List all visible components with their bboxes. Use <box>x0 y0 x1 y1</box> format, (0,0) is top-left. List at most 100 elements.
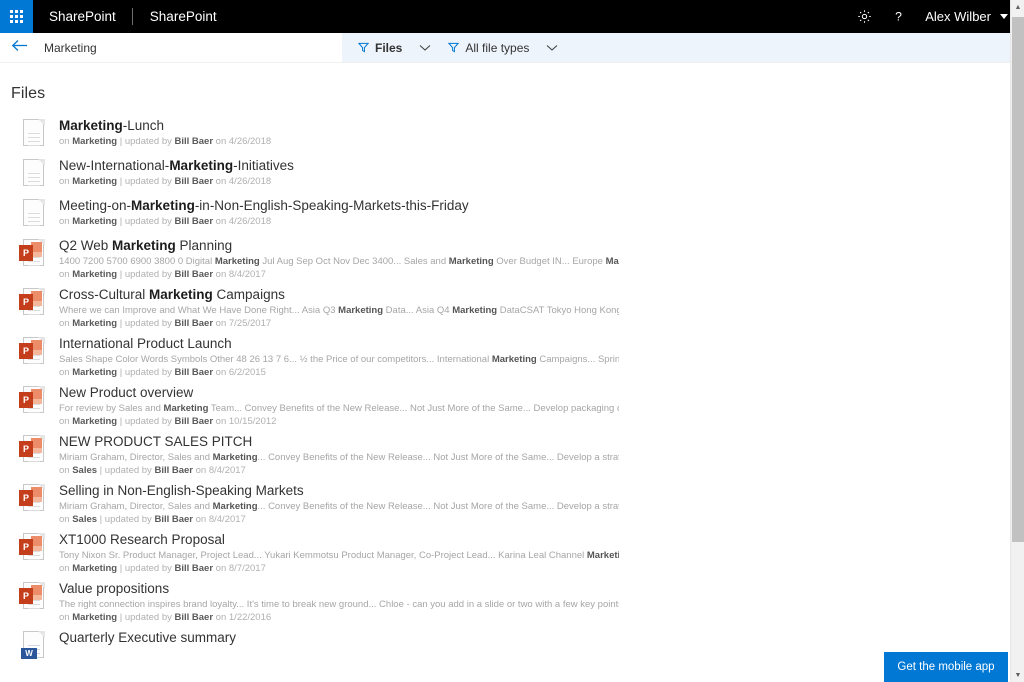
result-body: Value propositions The right connection i… <box>59 578 1024 624</box>
result-row[interactable]: PQ2 Web Marketing Planning1400 7200 5700… <box>0 235 1024 284</box>
result-title[interactable]: Quarterly Executive summary <box>59 629 799 646</box>
user-menu[interactable]: Alex Wilber <box>915 0 1014 33</box>
result-row[interactable]: P Value propositions The right connection … <box>0 578 1024 627</box>
result-body: Q2 Web Marketing Planning1400 7200 5700 … <box>59 235 1024 281</box>
result-metadata: on Marketing | updated by Bill Baer on 4… <box>59 216 1024 228</box>
filter-files-chevron[interactable] <box>402 39 448 57</box>
result-title[interactable]: Q2 Web Marketing Planning <box>59 237 799 254</box>
result-body: International Product Launch Sales Shape … <box>59 333 1024 379</box>
result-metadata: on Marketing | updated by Bill Baer on 1… <box>59 612 1024 624</box>
word-icon: W <box>19 631 45 661</box>
result-row[interactable]: W Quarterly Executive summary <box>0 627 1024 667</box>
question-mark-icon: ? <box>891 9 906 24</box>
result-file-icon <box>19 195 59 229</box>
result-snippet: Where we can Improve and What We Have Do… <box>59 305 619 317</box>
result-body: New Product overviewFor review by Sales … <box>59 382 1024 428</box>
result-row[interactable]: PXT1000 Research Proposal Tony Nixon Sr. … <box>0 529 1024 578</box>
result-file-icon: P <box>19 529 59 563</box>
suite-spacer <box>233 0 848 33</box>
result-title[interactable]: Selling in Non-English-Speaking Markets <box>59 482 799 499</box>
scrollbar-thumb[interactable] <box>1012 17 1024 542</box>
result-metadata: on Marketing | updated by Bill Baer on 8… <box>59 269 1024 281</box>
command-bar-left: Marketing <box>0 33 342 62</box>
result-title[interactable]: Meeting-on-Marketing-in-Non-English-Spea… <box>59 197 799 214</box>
funnel-icon <box>358 42 369 53</box>
vertical-scrollbar[interactable]: ▲ ▼ <box>1010 0 1024 682</box>
result-metadata: on Marketing | updated by Bill Baer on 4… <box>59 136 1024 148</box>
powerpoint-icon: P <box>19 288 45 318</box>
result-file-icon: P <box>19 431 59 465</box>
result-file-icon <box>19 115 59 149</box>
result-snippet: Miriam Graham, Director, Sales and Marke… <box>59 501 619 513</box>
back-button[interactable] <box>11 39 33 57</box>
result-snippet: Miriam Graham, Director, Sales and Marke… <box>59 452 619 464</box>
result-file-icon <box>19 155 59 189</box>
result-title[interactable]: Cross-Cultural Marketing Campaigns <box>59 286 799 303</box>
result-file-icon: P <box>19 333 59 367</box>
result-row[interactable]: New-International-Marketing-Initiatives o… <box>0 155 1024 195</box>
brand-sharepoint-secondary[interactable]: SharePoint <box>133 0 233 33</box>
app-launcher-button[interactable] <box>0 0 33 33</box>
result-file-icon: P <box>19 480 59 514</box>
result-file-icon: P <box>19 235 59 269</box>
chevron-down-icon <box>419 39 431 57</box>
powerpoint-icon: P <box>19 337 45 367</box>
get-mobile-app-button[interactable]: Get the mobile app <box>884 652 1008 682</box>
result-snippet: Sales Shape Color Words Symbols Other 48… <box>59 354 619 366</box>
result-snippet: The right connection inspires brand loya… <box>59 599 619 611</box>
result-metadata: on Marketing | updated by Bill Baer on 6… <box>59 367 1024 379</box>
generic-file-icon <box>19 199 45 229</box>
result-file-icon: W <box>19 627 59 661</box>
result-body: New-International-Marketing-Initiatives o… <box>59 155 1024 188</box>
waffle-icon <box>10 10 23 23</box>
filter-file-types[interactable]: All file types <box>448 33 529 63</box>
scroll-up-arrow-icon[interactable]: ▲ <box>1011 0 1024 14</box>
result-row[interactable]: P Cross-Cultural Marketing Campaigns Where… <box>0 284 1024 333</box>
scroll-down-arrow-icon[interactable]: ▼ <box>1011 668 1024 682</box>
result-row[interactable]: Marketing-Lunch on Marketing | updated by… <box>0 115 1024 155</box>
search-results-list: Marketing-Lunch on Marketing | updated by… <box>0 103 1024 667</box>
result-row[interactable]: Meeting-on-Marketing-in-Non-English-Spea… <box>0 195 1024 235</box>
result-title[interactable]: NEW PRODUCT SALES PITCH <box>59 433 799 450</box>
result-row[interactable]: PNew Product overviewFor review by Sales… <box>0 382 1024 431</box>
gear-icon <box>857 9 872 24</box>
result-metadata: on Marketing | updated by Bill Baer on 7… <box>59 318 1024 330</box>
help-button[interactable]: ? <box>881 0 915 33</box>
generic-file-icon <box>19 119 45 149</box>
filter-file-types-chevron[interactable] <box>529 39 575 57</box>
result-row[interactable]: P International Product Launch Sales Shape… <box>0 333 1024 382</box>
result-body: XT1000 Research Proposal Tony Nixon Sr. P… <box>59 529 1024 575</box>
result-snippet: Tony Nixon Sr. Product Manager, Project … <box>59 550 619 562</box>
filter-files[interactable]: Files <box>358 33 402 63</box>
result-title[interactable]: Value propositions <box>59 580 799 597</box>
filter-bar: Files All file types <box>342 33 1024 62</box>
result-body: Marketing-Lunch on Marketing | updated by… <box>59 115 1024 148</box>
result-body: Quarterly Executive summary <box>59 627 1024 648</box>
result-title[interactable]: New Product overview <box>59 384 799 401</box>
filter-file-types-label: All file types <box>465 41 529 55</box>
result-body: Meeting-on-Marketing-in-Non-English-Spea… <box>59 195 1024 228</box>
result-title[interactable]: XT1000 Research Proposal <box>59 531 799 548</box>
result-title[interactable]: New-International-Marketing-Initiatives <box>59 157 799 174</box>
results-area: Files Marketing-Lunchon Marketing | upda… <box>0 63 1024 682</box>
user-name-label: Alex Wilber <box>925 9 991 24</box>
brand-sharepoint-primary[interactable]: SharePoint <box>33 0 132 33</box>
filter-files-label: Files <box>375 41 402 55</box>
funnel-icon <box>448 42 459 53</box>
result-body: NEW PRODUCT SALES PITCH Miriam Graham, Di… <box>59 431 1024 477</box>
powerpoint-icon: P <box>19 582 45 612</box>
result-row[interactable]: PSelling in Non-English-Speaking Markets… <box>0 480 1024 529</box>
result-title[interactable]: Marketing-Lunch <box>59 117 799 134</box>
back-arrow-icon <box>11 39 28 57</box>
result-title[interactable]: International Product Launch <box>59 335 799 352</box>
breadcrumb[interactable]: Marketing <box>44 41 97 55</box>
svg-text:?: ? <box>895 9 902 23</box>
result-body: Selling in Non-English-Speaking Markets M… <box>59 480 1024 526</box>
generic-file-icon <box>19 159 45 189</box>
result-file-icon: P <box>19 284 59 318</box>
suite-bar: SharePoint SharePoint ? Alex Wilber <box>0 0 1024 33</box>
powerpoint-icon: P <box>19 435 45 465</box>
result-metadata: on Marketing | updated by Bill Baer on 4… <box>59 176 1024 188</box>
result-row[interactable]: P NEW PRODUCT SALES PITCH Miriam Graham, D… <box>0 431 1024 480</box>
settings-button[interactable] <box>847 0 881 33</box>
